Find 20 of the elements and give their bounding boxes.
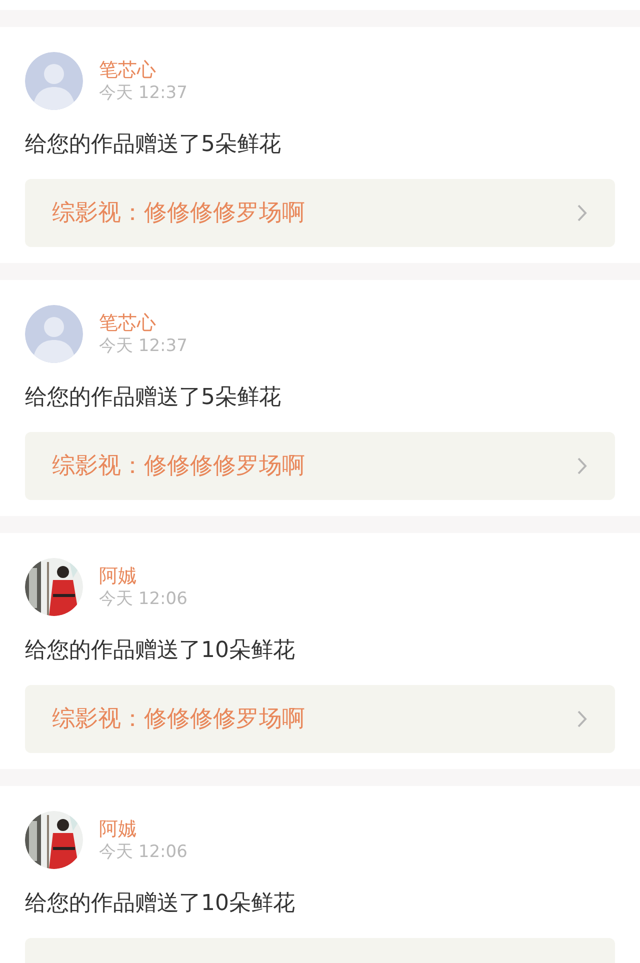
user-name[interactable]: 阿娍 bbox=[99, 564, 137, 588]
timestamp: 今天 12:37 bbox=[99, 335, 188, 357]
timestamp: 今天 12:06 bbox=[99, 841, 188, 863]
timestamp: 今天 12:37 bbox=[99, 82, 188, 104]
work-link[interactable]: 综影视：修修修修罗场啊 bbox=[25, 179, 615, 247]
chevron-icon bbox=[577, 204, 587, 222]
timestamp: 今天 12:06 bbox=[99, 588, 188, 610]
gift-message: 给您的作品赠送了5朵鲜花 bbox=[25, 131, 282, 159]
user-name[interactable]: 阿娍 bbox=[99, 817, 137, 841]
gift-message: 给您的作品赠送了10朵鲜花 bbox=[25, 890, 296, 918]
work-link[interactable]: 综影视：修修修修罗场啊 bbox=[25, 685, 615, 753]
gift-message: 给您的作品赠送了10朵鲜花 bbox=[25, 637, 296, 665]
user-name[interactable]: 笔芯心 bbox=[99, 58, 156, 82]
chevron-icon bbox=[577, 710, 587, 728]
work-link[interactable]: 综影视：修修修修罗场啊 bbox=[25, 432, 615, 500]
avatar-icon bbox=[25, 305, 83, 363]
chevron-icon bbox=[577, 457, 587, 475]
avatar-icon bbox=[25, 52, 83, 110]
user-name[interactable]: 笔芯心 bbox=[99, 311, 156, 335]
gift-message: 给您的作品赠送了5朵鲜花 bbox=[25, 384, 282, 412]
